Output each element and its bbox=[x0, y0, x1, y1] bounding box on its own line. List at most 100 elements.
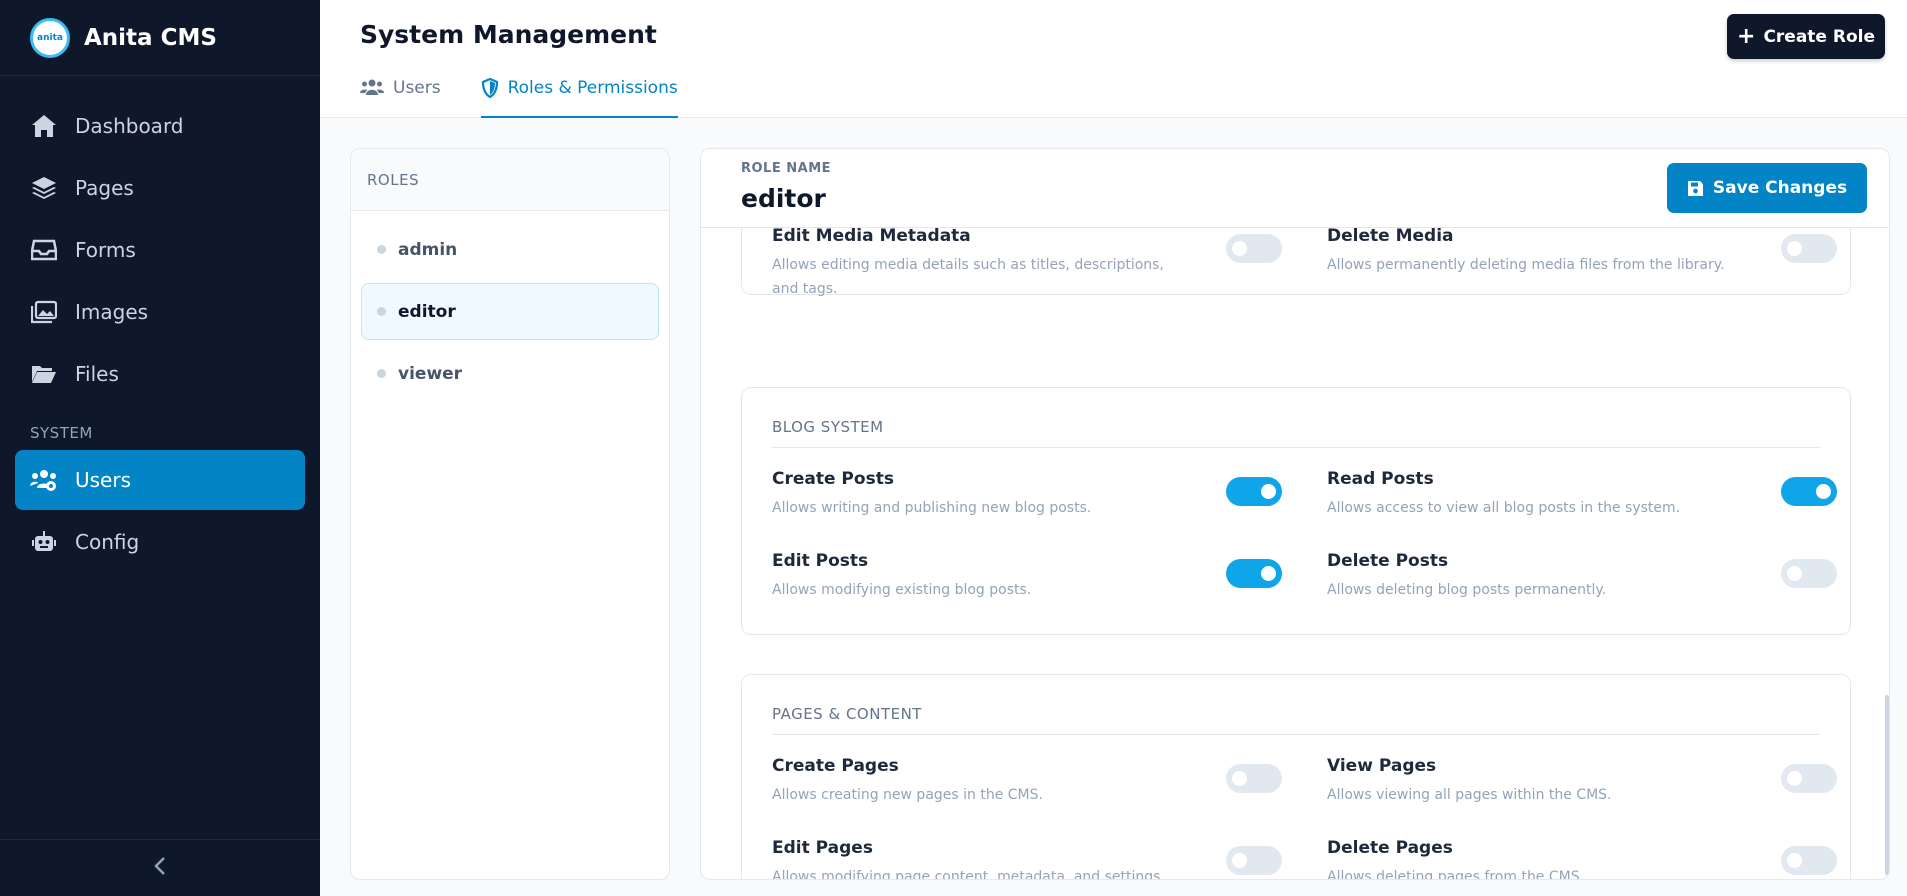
tab-users[interactable]: Users bbox=[360, 72, 441, 118]
sidebar-item-label: Pages bbox=[75, 176, 134, 200]
sidebar-section-label: SYSTEM bbox=[30, 424, 93, 442]
permission-toggle[interactable] bbox=[1226, 846, 1282, 875]
role-dot bbox=[377, 307, 386, 316]
save-changes-button[interactable]: Save Changes bbox=[1667, 163, 1867, 213]
sidebar-item-config[interactable]: Config bbox=[15, 512, 305, 572]
home-icon bbox=[30, 112, 58, 140]
group-title: BLOG SYSTEM bbox=[772, 418, 884, 436]
group-divider bbox=[772, 447, 1820, 448]
toggle-knob bbox=[1232, 241, 1247, 256]
toggle-knob bbox=[1787, 771, 1802, 786]
permission-delete-media: Delete Media Allows permanently deleting… bbox=[1327, 226, 1837, 296]
save-changes-label: Save Changes bbox=[1712, 178, 1848, 198]
permission-name: Delete Posts bbox=[1327, 551, 1449, 571]
permission-toggle[interactable] bbox=[1781, 477, 1837, 506]
permission-name: Edit Posts bbox=[772, 551, 869, 571]
permission-name: View Pages bbox=[1327, 756, 1437, 776]
permission-desc: Allows modifying existing blog posts. bbox=[772, 582, 1032, 598]
permission-desc: Allows access to view all blog posts in … bbox=[1327, 500, 1681, 516]
sidebar-item-forms[interactable]: Forms bbox=[15, 220, 305, 280]
toggle-knob bbox=[1232, 853, 1247, 868]
role-name-value: editor bbox=[741, 184, 826, 213]
app-logo: anita bbox=[30, 17, 70, 58]
permission-edit-media-metadata: Edit Media Metadata Allows editing media… bbox=[772, 226, 1282, 297]
permission-toggle[interactable] bbox=[1781, 764, 1837, 793]
role-editor-header: ROLE NAME editor Save Changes bbox=[701, 149, 1889, 228]
plus-icon: + bbox=[1737, 24, 1756, 49]
permission-toggle[interactable] bbox=[1226, 764, 1282, 793]
permission-create-posts: Create Posts Allows writing and publishi… bbox=[772, 469, 1282, 539]
sidebar-item-label: Images bbox=[75, 300, 149, 324]
role-dot bbox=[377, 369, 386, 378]
role-label: viewer bbox=[398, 363, 463, 384]
permission-desc: Allows viewing all pages within the CMS. bbox=[1327, 787, 1612, 803]
permission-edit-pages: Edit Pages Allows modifying page content… bbox=[772, 838, 1282, 880]
permission-toggle[interactable] bbox=[1226, 477, 1282, 506]
permission-toggle[interactable] bbox=[1226, 234, 1282, 263]
group-title: PAGES & CONTENT bbox=[772, 705, 922, 723]
permission-toggle[interactable] bbox=[1781, 234, 1837, 263]
layers-icon bbox=[30, 174, 58, 202]
role-label: admin bbox=[398, 239, 458, 260]
tab-bar: Users Roles & Permissions bbox=[360, 72, 718, 118]
role-dot bbox=[377, 245, 386, 254]
role-item-viewer[interactable]: viewer bbox=[361, 345, 659, 402]
role-list: admin editor viewer bbox=[351, 211, 669, 417]
permission-desc: Allows modifying page content, metadata,… bbox=[772, 869, 1165, 880]
permission-desc: Allows deleting pages from the CMS. bbox=[1327, 869, 1585, 880]
permission-name: Read Posts bbox=[1327, 469, 1434, 489]
permission-read-posts: Read Posts Allows access to view all blo… bbox=[1327, 469, 1837, 539]
sidebar-item-dashboard[interactable]: Dashboard bbox=[15, 96, 305, 156]
save-icon bbox=[1687, 180, 1704, 197]
permission-name: Create Posts bbox=[772, 469, 894, 489]
permission-name: Create Pages bbox=[772, 756, 899, 776]
sidebar-item-pages[interactable]: Pages bbox=[15, 158, 305, 218]
role-label: editor bbox=[398, 301, 456, 322]
permission-name: Edit Pages bbox=[772, 838, 873, 858]
scrollbar[interactable] bbox=[1885, 695, 1889, 875]
create-role-label: Create Role bbox=[1763, 26, 1875, 47]
permission-desc: Allows creating new pages in the CMS. bbox=[772, 787, 1043, 803]
permission-toggle[interactable] bbox=[1226, 559, 1282, 588]
group-divider bbox=[772, 734, 1820, 735]
permission-toggle[interactable] bbox=[1781, 846, 1837, 875]
tab-roles-permissions[interactable]: Roles & Permissions bbox=[480, 72, 678, 118]
sidebar-item-files[interactable]: Files bbox=[15, 344, 305, 404]
toggle-knob bbox=[1261, 484, 1276, 499]
permission-delete-posts: Delete Posts Allows deleting blog posts … bbox=[1327, 551, 1837, 621]
roles-heading: ROLES bbox=[351, 149, 669, 211]
sidebar-item-images[interactable]: Images bbox=[15, 282, 305, 342]
sidebar-item-users[interactable]: Users bbox=[15, 450, 305, 510]
role-editor: ROLE NAME editor Save Changes Edit Media… bbox=[700, 148, 1890, 880]
role-item-admin[interactable]: admin bbox=[361, 221, 659, 278]
app-name: Anita CMS bbox=[84, 24, 217, 51]
roles-panel: ROLES admin editor viewer bbox=[350, 148, 670, 880]
sidebar-collapse-button[interactable] bbox=[0, 839, 320, 896]
toggle-knob bbox=[1787, 241, 1802, 256]
sidebar-item-label: Users bbox=[75, 468, 132, 492]
users-gear-icon bbox=[30, 466, 58, 494]
permission-name: Delete Media bbox=[1327, 226, 1454, 246]
page-title: System Management bbox=[360, 20, 657, 49]
page-header: System Management + Create Role Users Ro… bbox=[320, 0, 1907, 118]
sidebar-item-label: Forms bbox=[75, 238, 136, 262]
sidebar: anita Anita CMS Dashboard Pages Forms Im… bbox=[0, 0, 320, 896]
create-role-button[interactable]: + Create Role bbox=[1727, 14, 1885, 59]
permission-desc: Allows permanently deleting media files … bbox=[1327, 257, 1725, 273]
permission-group-blog-system: BLOG SYSTEM Create Posts Allows writing … bbox=[741, 387, 1851, 635]
tab-label: Users bbox=[393, 78, 441, 98]
permission-create-pages: Create Pages Allows creating new pages i… bbox=[772, 756, 1282, 826]
brand[interactable]: anita Anita CMS bbox=[0, 0, 320, 76]
sidebar-nav: Dashboard Pages Forms Images Files SYSTE… bbox=[0, 76, 320, 572]
robot-icon bbox=[30, 528, 58, 556]
toggle-knob bbox=[1787, 566, 1802, 581]
images-icon bbox=[30, 298, 58, 326]
role-item-editor[interactable]: editor bbox=[361, 283, 659, 340]
permission-toggle[interactable] bbox=[1781, 559, 1837, 588]
permission-desc: Allows deleting blog posts permanently. bbox=[1327, 582, 1607, 598]
toggle-knob bbox=[1261, 566, 1276, 581]
chevron-left-icon bbox=[153, 856, 167, 880]
permission-desc: Allows writing and publishing new blog p… bbox=[772, 500, 1092, 516]
permission-desc: Allows editing media details such as tit… bbox=[772, 257, 1164, 297]
users-icon bbox=[360, 78, 384, 96]
